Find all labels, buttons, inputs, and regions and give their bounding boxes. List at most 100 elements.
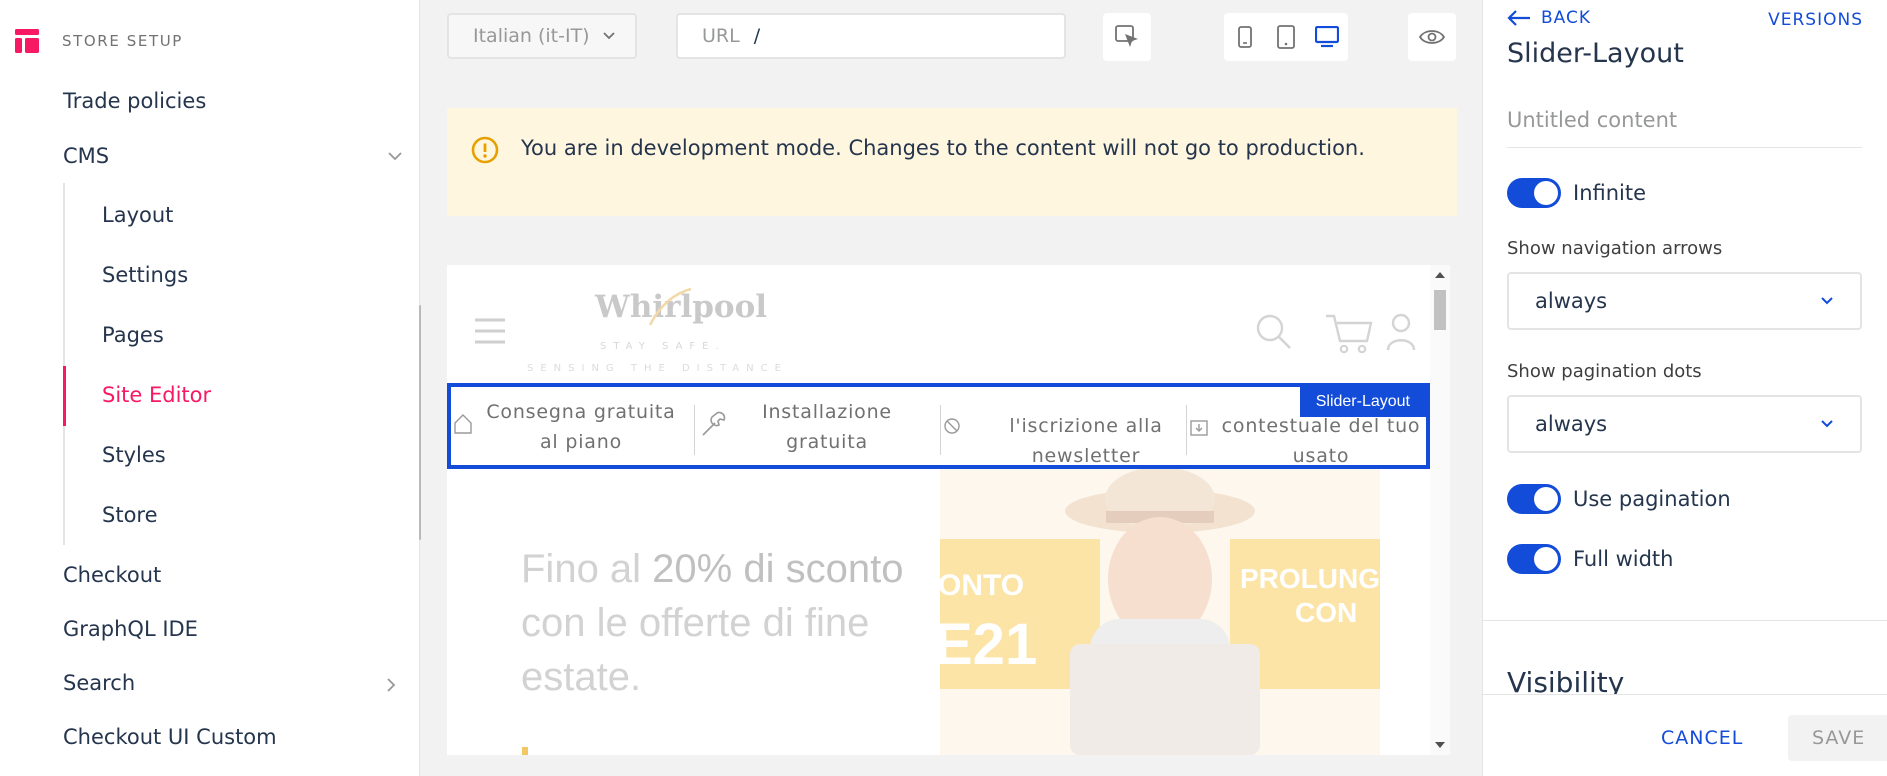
- hero-heading-line3: estate.: [521, 655, 642, 699]
- hero-image: ONTO E21 PROLUNG CON: [940, 469, 1380, 755]
- hero-image-text-big: E21: [940, 612, 1038, 677]
- newsletter-icon: [944, 418, 960, 434]
- hero-heading-b: 20% di sconto: [652, 547, 904, 591]
- element-picker-button[interactable]: [1103, 13, 1151, 61]
- versions-button[interactable]: VERSIONS: [1768, 10, 1863, 30]
- search-icon[interactable]: [1255, 313, 1293, 351]
- scroll-up-arrow-icon[interactable]: [1435, 272, 1445, 278]
- slide-divider: [694, 405, 695, 455]
- device-tablet-button[interactable]: [1265, 13, 1306, 61]
- url-input[interactable]: URL /: [676, 13, 1066, 59]
- nav-arrows-select[interactable]: always: [1507, 272, 1862, 330]
- slide-divider: [940, 405, 941, 455]
- hero-image-text-right-2: CON: [1295, 597, 1358, 628]
- sidebar-item-cms[interactable]: CMS: [63, 144, 109, 168]
- arrow-left-icon: [1507, 10, 1530, 26]
- panel-footer: CANCEL SAVE: [1483, 694, 1887, 776]
- box-icon: [1190, 420, 1208, 436]
- sidebar-item-checkout-ui-custom[interactable]: Checkout UI Custom: [63, 725, 277, 749]
- home-icon: [454, 414, 472, 434]
- sidebar-subitem-store[interactable]: Store: [102, 503, 158, 527]
- chevron-up-icon[interactable]: [387, 148, 403, 164]
- sidebar-active-indicator: [63, 366, 66, 426]
- hero-image-text-right-1: PROLUNG: [1240, 563, 1380, 594]
- sidebar: STORE SETUP Trade policies CMS Layout Se…: [0, 0, 423, 776]
- slide-line-1: contestuale del tuo: [1221, 415, 1421, 437]
- hero-heading-a: Fino al: [521, 547, 653, 591]
- chevron-down-icon: [1821, 297, 1833, 305]
- mobile-icon: [1237, 26, 1252, 48]
- hero-heading: Fino al 20% di sconto con le offerte di …: [521, 542, 941, 704]
- full-width-toggle-row[interactable]: Full width: [1507, 544, 1673, 574]
- slide-item: contestuale del tuo usato: [1211, 411, 1430, 477]
- preview-scrollbar[interactable]: [1430, 265, 1450, 755]
- sidebar-subitem-settings[interactable]: Settings: [102, 263, 188, 287]
- slide-line-1: l'iscrizione alla: [1009, 415, 1163, 437]
- sidebar-item-search[interactable]: Search: [63, 671, 135, 695]
- back-button[interactable]: BACK: [1507, 8, 1591, 28]
- slide-line-2: al piano: [539, 431, 622, 453]
- full-width-toggle[interactable]: [1507, 544, 1561, 574]
- device-switcher: [1224, 13, 1348, 61]
- infinite-toggle[interactable]: [1507, 178, 1561, 208]
- content-name-input[interactable]: Untitled content: [1507, 108, 1862, 148]
- sidebar-subitem-site-editor[interactable]: Site Editor: [102, 383, 211, 407]
- device-desktop-button[interactable]: [1306, 13, 1347, 61]
- full-width-label: Full width: [1573, 547, 1674, 571]
- slide-divider: [1186, 405, 1187, 455]
- sidebar-subitem-pages[interactable]: Pages: [102, 323, 164, 347]
- hero-accent-dot: [522, 747, 528, 755]
- scroll-down-arrow-icon[interactable]: [1435, 742, 1445, 748]
- chevron-down-icon: [602, 32, 615, 40]
- sidebar-item-graphql-ide[interactable]: GraphQL IDE: [63, 617, 198, 641]
- panel-divider: [1483, 620, 1887, 621]
- slide-line-2: newsletter: [1031, 445, 1141, 467]
- pagination-dots-select[interactable]: always: [1507, 395, 1862, 453]
- hero-heading-line2: con le offerte di fine: [521, 601, 870, 645]
- use-pagination-label: Use pagination: [1573, 487, 1731, 511]
- cancel-button[interactable]: CANCEL: [1643, 715, 1761, 761]
- device-mobile-button[interactable]: [1224, 13, 1265, 61]
- app-root: STORE SETUP Trade policies CMS Layout Se…: [0, 0, 1887, 776]
- sidebar-subitem-styles[interactable]: Styles: [102, 443, 166, 467]
- locale-value: Italian (it-IT): [473, 25, 590, 47]
- save-button[interactable]: SAVE: [1788, 715, 1887, 761]
- preview-scroll-thumb[interactable]: [1434, 290, 1446, 330]
- infinite-toggle-row[interactable]: Infinite: [1507, 178, 1646, 208]
- slide-line-2: usato: [1292, 445, 1350, 467]
- nav-arrows-value: always: [1535, 289, 1608, 313]
- slider-layout-block[interactable]: Slider-Layout Consegna gratuita al piano…: [447, 383, 1430, 469]
- tablet-icon: [1276, 25, 1295, 49]
- back-label: BACK: [1541, 8, 1592, 28]
- slide-item: Consegna gratuita al piano: [471, 397, 691, 463]
- chevron-down-icon: [1821, 420, 1833, 428]
- preview-header: Whirlpool STAY SAFE. SENSING THE DISTANC…: [447, 265, 1430, 380]
- warning-icon: [471, 136, 499, 164]
- dev-mode-banner-text: You are in development mode. Changes to …: [521, 136, 1365, 160]
- slide-line-1: Installazione: [762, 401, 892, 423]
- hero-image-text-small: ONTO: [940, 569, 1025, 602]
- site-preview-frame[interactable]: Whirlpool STAY SAFE. SENSING THE DISTANC…: [447, 265, 1430, 755]
- url-value: /: [753, 25, 761, 47]
- pagination-dots-value: always: [1535, 412, 1608, 436]
- sidebar-item-trade-policies[interactable]: Trade policies: [63, 89, 206, 113]
- hamburger-menu-icon[interactable]: [475, 318, 505, 344]
- sidebar-subitem-layout[interactable]: Layout: [102, 203, 173, 227]
- chevron-right-icon[interactable]: [383, 677, 399, 693]
- nav-arrows-label: Show navigation arrows: [1507, 238, 1723, 259]
- brand-swoosh-icon: [648, 287, 692, 326]
- dev-mode-banner: You are in development mode. Changes to …: [447, 108, 1457, 216]
- slide-item: l'iscrizione alla newsletter: [966, 411, 1206, 477]
- slide-line-2: gratuita: [786, 431, 868, 453]
- locale-select[interactable]: Italian (it-IT): [447, 13, 637, 59]
- user-icon[interactable]: [1386, 313, 1416, 351]
- infinite-label: Infinite: [1573, 181, 1647, 205]
- sidebar-submenu-rail: [63, 183, 65, 545]
- use-pagination-toggle-row[interactable]: Use pagination: [1507, 484, 1731, 514]
- cart-icon[interactable]: [1325, 313, 1373, 355]
- preview-button[interactable]: [1408, 13, 1456, 61]
- editor-canvas: Italian (it-IT) URL / You are in develop…: [421, 0, 1481, 776]
- url-label: URL: [702, 25, 740, 47]
- use-pagination-toggle[interactable]: [1507, 484, 1561, 514]
- sidebar-item-checkout[interactable]: Checkout: [63, 563, 161, 587]
